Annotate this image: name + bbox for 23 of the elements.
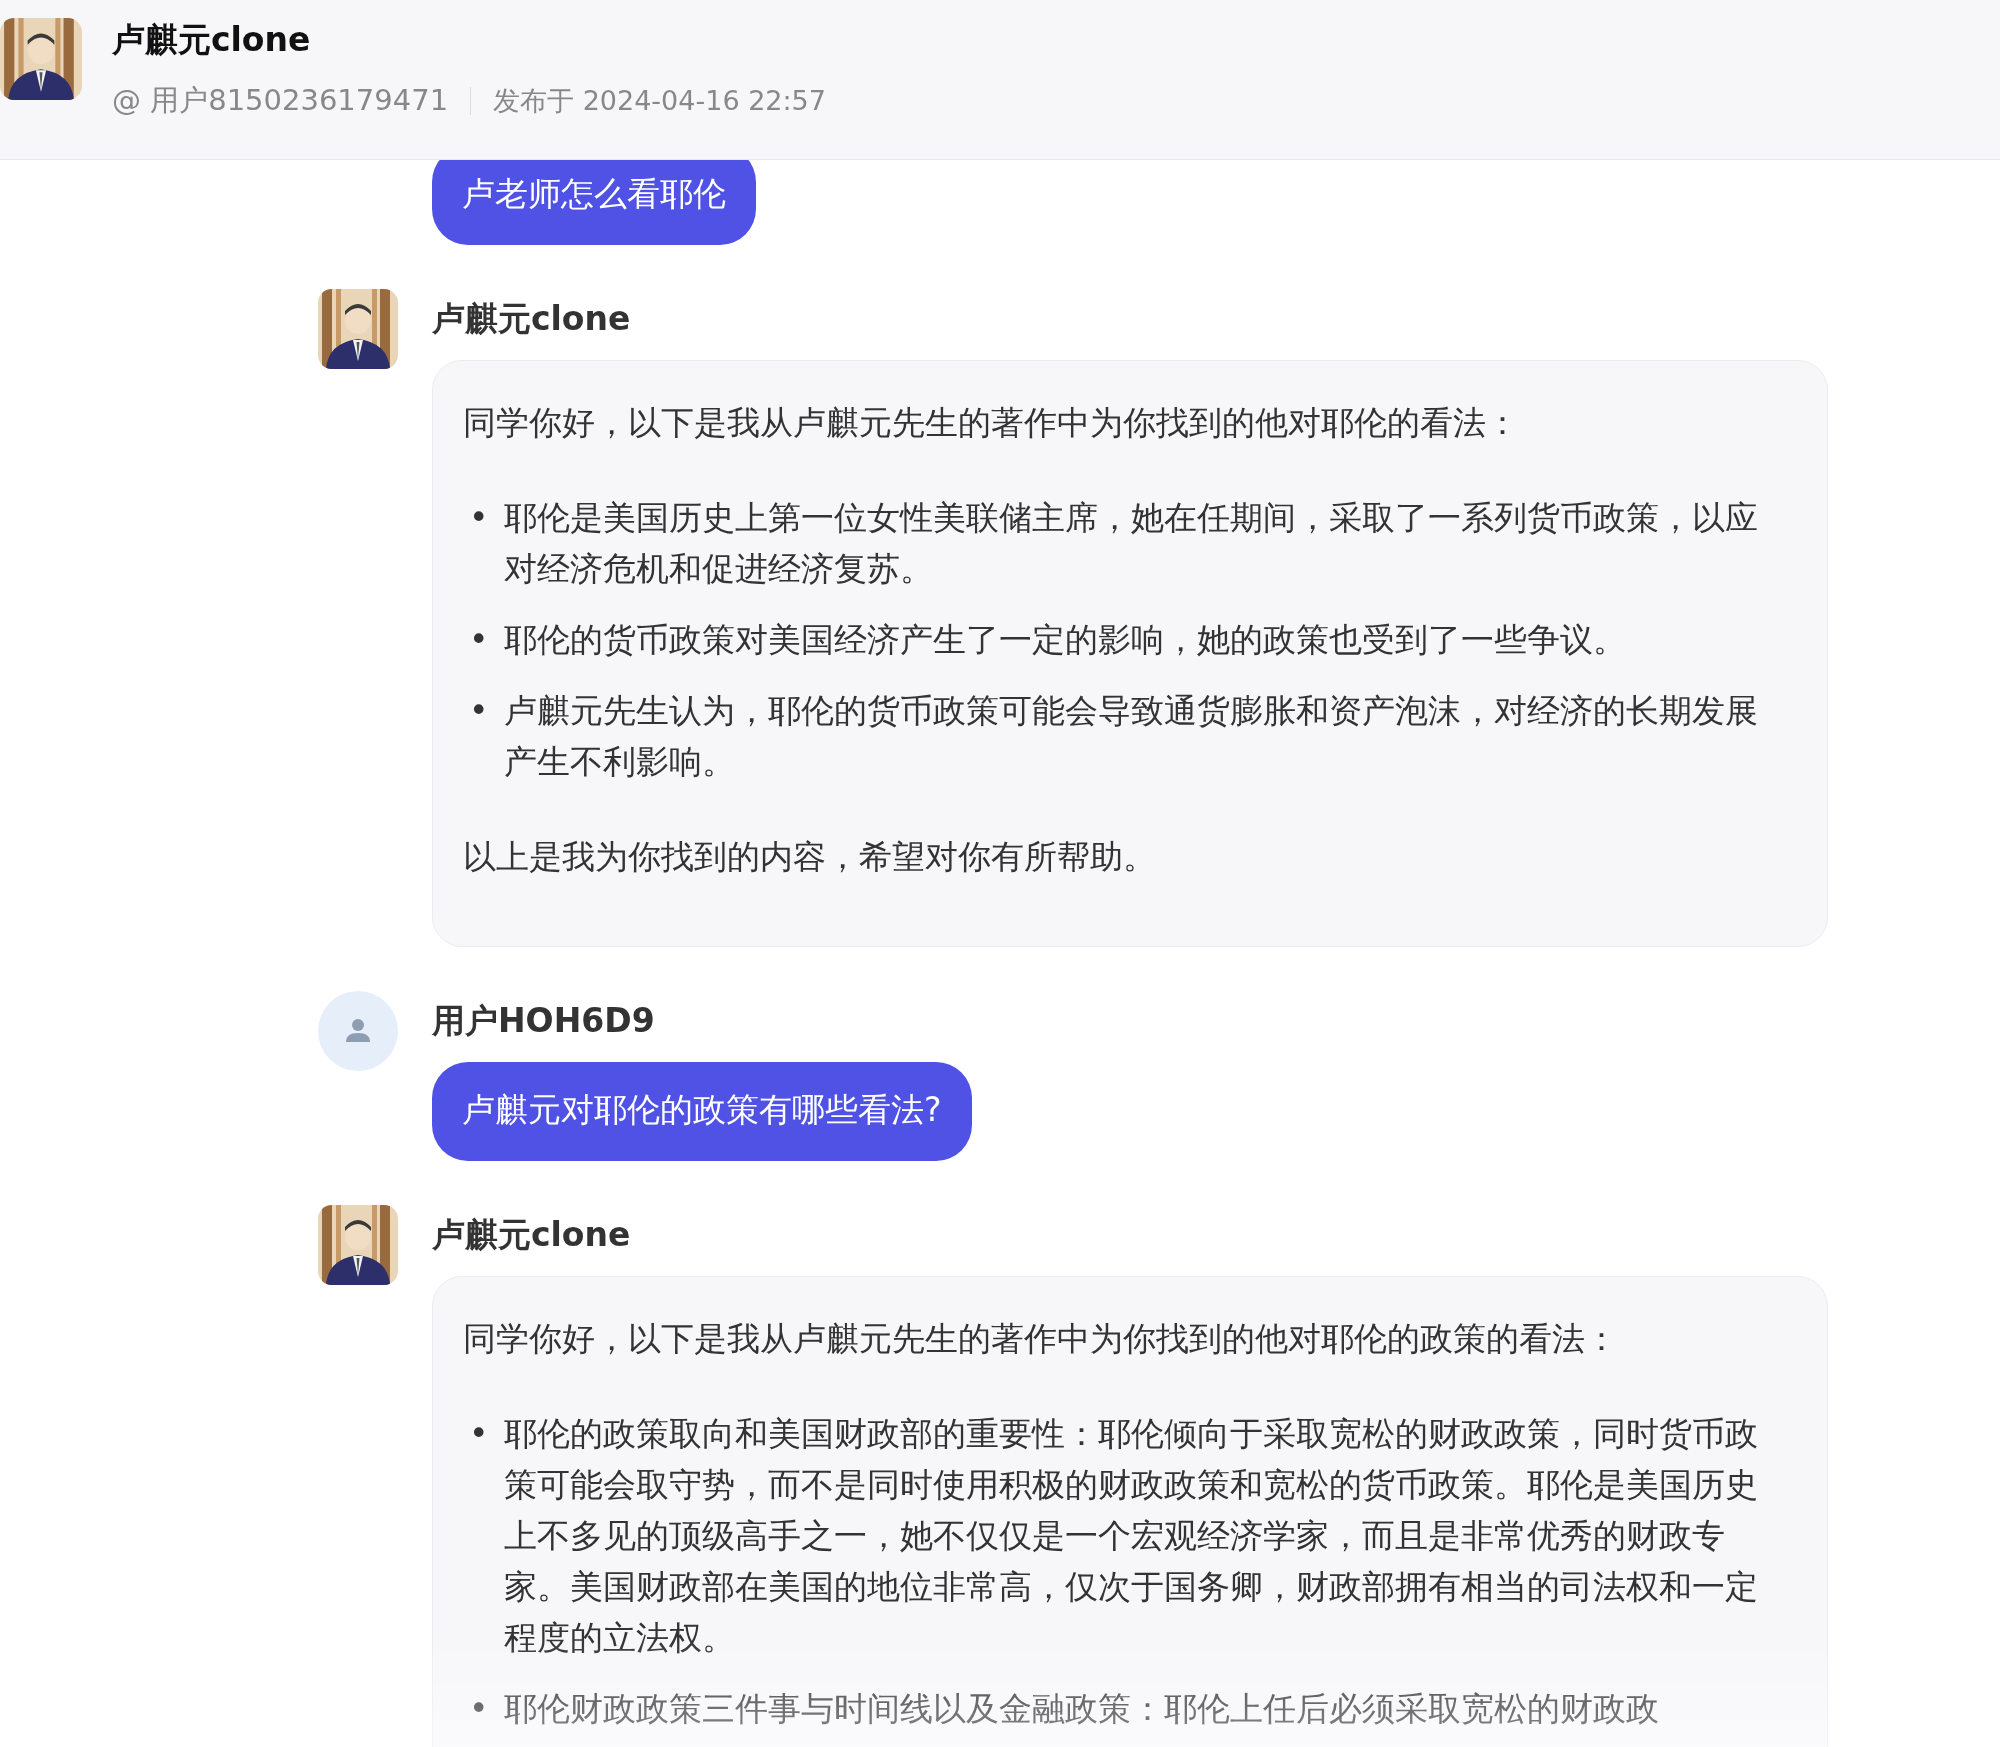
avatar-icon bbox=[318, 289, 398, 369]
bullet: • bbox=[468, 497, 490, 539]
list-item: 耶伦财政政策三件事与时间线以及金融政策：耶伦上任后必须采取宽松的财政政 bbox=[504, 1688, 1659, 1730]
publish-date: 发布于 2024-04-16 22:57 bbox=[493, 84, 826, 118]
list-item: 耶伦是美国历史上第一位女性美联储主席，她在任期间，采取了一系列货币政策，以应对经济危机和促进经济复苏。 bbox=[504, 497, 1759, 590]
user-message: 卢麒元对耶伦的政策有哪些看法? bbox=[432, 1062, 972, 1161]
sender-name: 卢麒元clone bbox=[432, 1214, 632, 1256]
user-handle: @ 用户8150236179471 bbox=[112, 82, 449, 119]
message-text: 同学你好，以下是我从卢麒元先生的著作中为你找到的他对耶伦的看法： bbox=[463, 402, 1520, 444]
list-item: 卢麒元先生认为，耶伦的货币政策可能会导致通货膨胀和资产泡沫，对经济的长期发展产生不利影响。 bbox=[504, 690, 1759, 783]
list-item: 耶伦的货币政策对美国经济产生了一定的影响，她的政策也受到了一些争议。 bbox=[504, 619, 1626, 661]
bullet: • bbox=[468, 1413, 490, 1455]
sender-name: 用户HOH6D9 bbox=[432, 1000, 656, 1042]
avatar-icon bbox=[318, 1205, 398, 1285]
avatar-icon bbox=[318, 991, 398, 1071]
sender-name: 卢麒元clone bbox=[432, 298, 632, 340]
bullet: • bbox=[468, 690, 490, 732]
chat-title: 卢麒元clone bbox=[112, 19, 312, 61]
message-text: 同学你好，以下是我从卢麒元先生的著作中为你找到的他对耶伦的政策的看法： bbox=[463, 1318, 1619, 1360]
message-text: 以上是我为你找到的内容，希望对你有所帮助。 bbox=[463, 836, 1157, 878]
bullet: • bbox=[468, 619, 490, 661]
list-item: 耶伦的政策取向和美国财政部的重要性：耶伦倾向于采取宽松的财政政策，同时货币政策可能会取守势，而不是同时使用积极的财政政策和宽松的货币政策。耶伦是美国历史上不多见的顶级高手之一，她不仅仅是一个宏观经济学家，而且是非常优秀的财政专家。美国财政部在美国的地位非常高，仅次于国务卿，财政部拥有相当的司法权和一定程度的立法权。 bbox=[504, 1413, 1759, 1659]
bullet: • bbox=[468, 1688, 490, 1730]
